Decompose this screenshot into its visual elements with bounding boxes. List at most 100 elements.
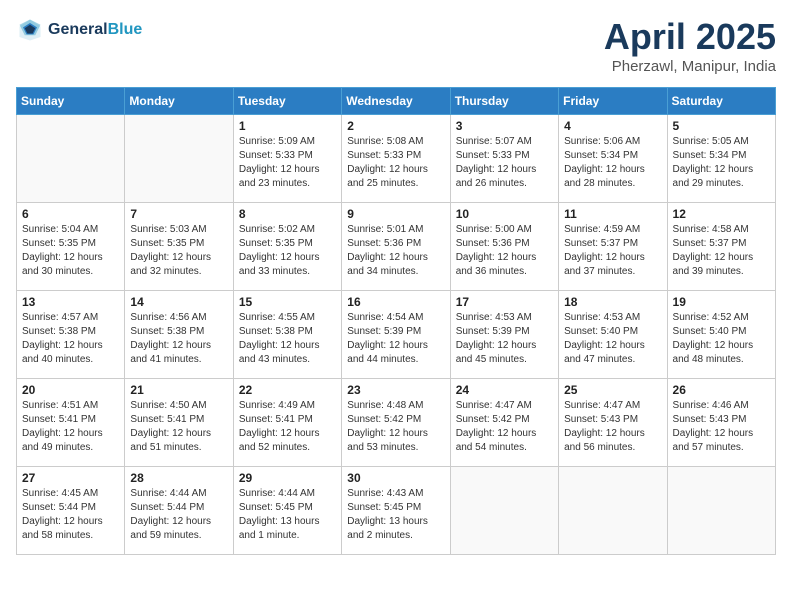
calendar-day-cell: 20 Sunrise: 4:51 AMSunset: 5:41 PMDayligh… <box>17 379 125 467</box>
day-number: 14 <box>130 295 227 309</box>
day-detail: Sunrise: 4:49 AMSunset: 5:41 PMDaylight:… <box>239 399 336 455</box>
calendar-table: SundayMondayTuesdayWednesdayThursdayFrid… <box>16 87 776 555</box>
day-number: 26 <box>673 383 770 397</box>
day-number: 2 <box>347 119 444 133</box>
calendar-day-cell: 2 Sunrise: 5:08 AMSunset: 5:33 PMDaylight… <box>342 115 450 203</box>
day-detail: Sunrise: 4:44 AMSunset: 5:45 PMDaylight:… <box>239 487 336 543</box>
page-header: GeneralBlue April 2025 Pherzawl, Manipur… <box>16 16 776 75</box>
day-number: 30 <box>347 471 444 485</box>
day-number: 25 <box>564 383 661 397</box>
calendar-day-cell: 1 Sunrise: 5:09 AMSunset: 5:33 PMDaylight… <box>233 115 341 203</box>
calendar-week-row: 20 Sunrise: 4:51 AMSunset: 5:41 PMDayligh… <box>17 379 776 467</box>
day-detail: Sunrise: 4:57 AMSunset: 5:38 PMDaylight:… <box>22 311 119 367</box>
day-detail: Sunrise: 4:55 AMSunset: 5:38 PMDaylight:… <box>239 311 336 367</box>
weekday-header-wednesday: Wednesday <box>342 88 450 115</box>
calendar-week-row: 1 Sunrise: 5:09 AMSunset: 5:33 PMDaylight… <box>17 115 776 203</box>
calendar-day-cell: 16Sunrise: 4:54 AMSunset: 5:39 PMDayligh… <box>342 291 450 379</box>
logo-icon <box>16 16 44 44</box>
calendar-day-cell: 4Sunrise: 5:06 AMSunset: 5:34 PMDaylight… <box>559 115 667 203</box>
day-detail: Sunrise: 5:04 AMSunset: 5:35 PMDaylight:… <box>22 223 119 279</box>
day-detail: Sunrise: 4:45 AMSunset: 5:44 PMDaylight:… <box>22 487 119 543</box>
weekday-header-tuesday: Tuesday <box>233 88 341 115</box>
calendar-day-cell <box>125 115 233 203</box>
day-number: 28 <box>130 471 227 485</box>
calendar-day-cell: 23 Sunrise: 4:48 AMSunset: 5:42 PMDayligh… <box>342 379 450 467</box>
day-detail: Sunrise: 4:46 AMSunset: 5:43 PMDaylight:… <box>673 399 770 455</box>
day-number: 3 <box>456 119 553 133</box>
day-number: 7 <box>130 207 227 221</box>
day-detail: Sunrise: 4:59 AMSunset: 5:37 PMDaylight:… <box>564 223 661 279</box>
day-detail: Sunrise: 4:53 AMSunset: 5:39 PMDaylight:… <box>456 311 553 367</box>
logo-text: GeneralBlue <box>48 20 142 39</box>
weekday-header-row: SundayMondayTuesdayWednesdayThursdayFrid… <box>17 88 776 115</box>
day-number: 12 <box>673 207 770 221</box>
day-detail: Sunrise: 4:51 AMSunset: 5:41 PMDaylight:… <box>22 399 119 455</box>
calendar-day-cell: 24 Sunrise: 4:47 AMSunset: 5:42 PMDayligh… <box>450 379 558 467</box>
day-detail: Sunrise: 4:53 AMSunset: 5:40 PMDaylight:… <box>564 311 661 367</box>
calendar-day-cell <box>450 467 558 555</box>
calendar-day-cell: 26 Sunrise: 4:46 AMSunset: 5:43 PMDayligh… <box>667 379 775 467</box>
day-number: 23 <box>347 383 444 397</box>
day-detail: Sunrise: 4:44 AMSunset: 5:44 PMDaylight:… <box>130 487 227 543</box>
day-number: 9 <box>347 207 444 221</box>
day-detail: Sunrise: 5:03 AMSunset: 5:35 PMDaylight:… <box>130 223 227 279</box>
calendar-week-row: 6Sunrise: 5:04 AMSunset: 5:35 PMDaylight… <box>17 203 776 291</box>
calendar-day-cell: 22Sunrise: 4:49 AMSunset: 5:41 PMDayligh… <box>233 379 341 467</box>
day-number: 17 <box>456 295 553 309</box>
calendar-day-cell <box>559 467 667 555</box>
day-number: 11 <box>564 207 661 221</box>
weekday-header-sunday: Sunday <box>17 88 125 115</box>
calendar-day-cell: 15 Sunrise: 4:55 AMSunset: 5:38 PMDayligh… <box>233 291 341 379</box>
calendar-day-cell: 27 Sunrise: 4:45 AMSunset: 5:44 PMDayligh… <box>17 467 125 555</box>
day-detail: Sunrise: 5:01 AMSunset: 5:36 PMDaylight:… <box>347 223 444 279</box>
weekday-header-thursday: Thursday <box>450 88 558 115</box>
day-detail: Sunrise: 5:09 AMSunset: 5:33 PMDaylight:… <box>239 135 336 191</box>
calendar-day-cell: 3 Sunrise: 5:07 AMSunset: 5:33 PMDaylight… <box>450 115 558 203</box>
day-detail: Sunrise: 4:50 AMSunset: 5:41 PMDaylight:… <box>130 399 227 455</box>
calendar-day-cell: 18Sunrise: 4:53 AMSunset: 5:40 PMDayligh… <box>559 291 667 379</box>
day-number: 20 <box>22 383 119 397</box>
location-subtitle: Pherzawl, Manipur, India <box>604 58 776 75</box>
day-number: 29 <box>239 471 336 485</box>
calendar-day-cell: 29 Sunrise: 4:44 AMSunset: 5:45 PMDayligh… <box>233 467 341 555</box>
day-number: 15 <box>239 295 336 309</box>
calendar-day-cell: 25 Sunrise: 4:47 AMSunset: 5:43 PMDayligh… <box>559 379 667 467</box>
day-number: 8 <box>239 207 336 221</box>
day-detail: Sunrise: 5:02 AMSunset: 5:35 PMDaylight:… <box>239 223 336 279</box>
day-detail: Sunrise: 4:56 AMSunset: 5:38 PMDaylight:… <box>130 311 227 367</box>
day-detail: Sunrise: 4:47 AMSunset: 5:43 PMDaylight:… <box>564 399 661 455</box>
day-detail: Sunrise: 4:43 AMSunset: 5:45 PMDaylight:… <box>347 487 444 543</box>
calendar-day-cell: 10 Sunrise: 5:00 AMSunset: 5:36 PMDayligh… <box>450 203 558 291</box>
day-detail: Sunrise: 5:06 AMSunset: 5:34 PMDaylight:… <box>564 135 661 191</box>
calendar-day-cell <box>667 467 775 555</box>
day-detail: Sunrise: 5:07 AMSunset: 5:33 PMDaylight:… <box>456 135 553 191</box>
calendar-week-row: 27 Sunrise: 4:45 AMSunset: 5:44 PMDayligh… <box>17 467 776 555</box>
day-number: 21 <box>130 383 227 397</box>
day-number: 1 <box>239 119 336 133</box>
day-detail: Sunrise: 5:08 AMSunset: 5:33 PMDaylight:… <box>347 135 444 191</box>
calendar-day-cell: 5Sunrise: 5:05 AMSunset: 5:34 PMDaylight… <box>667 115 775 203</box>
day-number: 27 <box>22 471 119 485</box>
month-year-title: April 2025 <box>604 16 776 58</box>
day-number: 24 <box>456 383 553 397</box>
weekday-header-saturday: Saturday <box>667 88 775 115</box>
day-detail: Sunrise: 4:47 AMSunset: 5:42 PMDaylight:… <box>456 399 553 455</box>
calendar-day-cell: 28 Sunrise: 4:44 AMSunset: 5:44 PMDayligh… <box>125 467 233 555</box>
calendar-day-cell: 8 Sunrise: 5:02 AMSunset: 5:35 PMDaylight… <box>233 203 341 291</box>
day-number: 19 <box>673 295 770 309</box>
calendar-day-cell: 7 Sunrise: 5:03 AMSunset: 5:35 PMDaylight… <box>125 203 233 291</box>
calendar-day-cell <box>17 115 125 203</box>
title-area: April 2025 Pherzawl, Manipur, India <box>604 16 776 75</box>
day-detail: Sunrise: 4:48 AMSunset: 5:42 PMDaylight:… <box>347 399 444 455</box>
calendar-week-row: 13Sunrise: 4:57 AMSunset: 5:38 PMDayligh… <box>17 291 776 379</box>
day-detail: Sunrise: 4:54 AMSunset: 5:39 PMDaylight:… <box>347 311 444 367</box>
weekday-header-monday: Monday <box>125 88 233 115</box>
weekday-header-friday: Friday <box>559 88 667 115</box>
calendar-day-cell: 9 Sunrise: 5:01 AMSunset: 5:36 PMDaylight… <box>342 203 450 291</box>
calendar-day-cell: 14 Sunrise: 4:56 AMSunset: 5:38 PMDayligh… <box>125 291 233 379</box>
day-detail: Sunrise: 4:58 AMSunset: 5:37 PMDaylight:… <box>673 223 770 279</box>
calendar-day-cell: 19Sunrise: 4:52 AMSunset: 5:40 PMDayligh… <box>667 291 775 379</box>
calendar-day-cell: 11 Sunrise: 4:59 AMSunset: 5:37 PMDayligh… <box>559 203 667 291</box>
day-number: 10 <box>456 207 553 221</box>
day-detail: Sunrise: 5:00 AMSunset: 5:36 PMDaylight:… <box>456 223 553 279</box>
